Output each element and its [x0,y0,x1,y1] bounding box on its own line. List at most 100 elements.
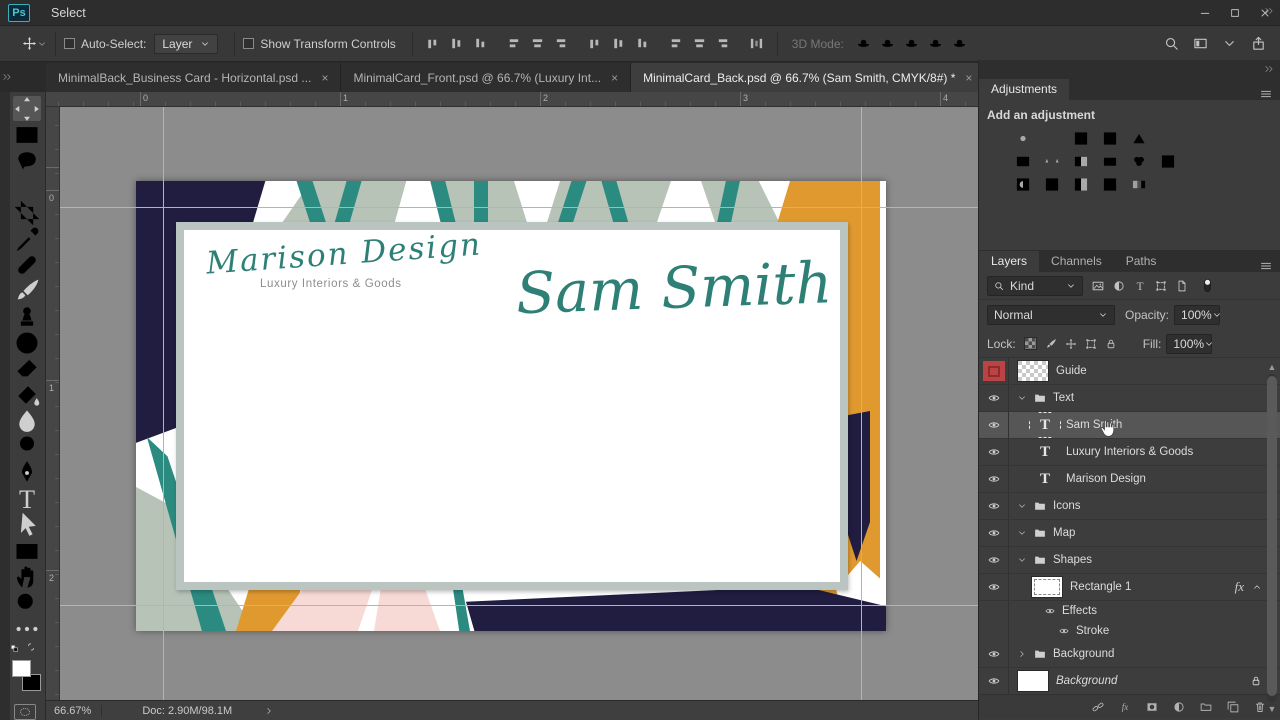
eye[interactable] [988,581,1000,593]
lock-pixels-icon[interactable] [1045,338,1057,350]
gradient-map-icon[interactable] [1129,176,1149,193]
crop-tool[interactable] [13,200,41,225]
opacity-field[interactable]: 100% [1174,305,1220,325]
eye[interactable] [988,675,1000,687]
tab-channels[interactable]: Channels [1039,251,1114,272]
align-horizontal-centers-icon[interactable] [526,32,550,56]
align-vertical-centers-icon[interactable] [445,32,469,56]
filter-kind-dropdown[interactable]: Kind [987,276,1083,296]
distribute-horizontal-centers-icon[interactable] [688,32,712,56]
default-colors-icon[interactable] [10,644,20,654]
lock-position-icon[interactable] [1065,338,1077,350]
exposure-icon[interactable] [1100,130,1120,147]
layer-row-guide[interactable]: Guide [979,358,1280,385]
guide-visibility-box[interactable] [983,361,1005,381]
new-layer-icon[interactable] [1227,701,1239,713]
layer-row-effects[interactable]: Effects [979,601,1280,621]
panel-menu-icon[interactable] [1260,260,1280,272]
layer-row-stroke[interactable]: Stroke [979,621,1280,641]
adjustment-filter-icon[interactable] [1113,280,1125,292]
distribute-bottom-edges-icon[interactable] [631,32,655,56]
layer-row-background[interactable]: Background [979,641,1280,668]
workspace-icon[interactable] [1193,36,1208,51]
quick-mask-button[interactable] [14,704,36,720]
layers-scrollbar[interactable]: ▲ ▼ [1266,360,1278,716]
document-tab-2[interactable]: MinimalCard_Front.psd @ 66.7% (Luxury In… [341,63,631,92]
chevron-up[interactable] [1252,582,1262,592]
eye[interactable] [1059,626,1069,636]
clone-stamp-tool[interactable] [13,304,41,329]
curves-icon[interactable] [1071,130,1091,147]
dodge-tool[interactable] [13,434,41,459]
visibility-toggle[interactable] [979,547,1009,573]
distribute-top-edges-icon[interactable] [583,32,607,56]
path-selection-tool[interactable] [13,512,41,537]
zoom-level-field[interactable]: 66.67% [46,705,102,717]
layer-effects-icon[interactable]: fx [1119,701,1131,713]
search-icon[interactable] [1164,36,1179,51]
tab-layers[interactable]: Layers [979,251,1039,272]
lasso-tool[interactable] [13,148,41,173]
rectangular-marquee-tool[interactable] [13,122,41,147]
posterize-icon[interactable] [1042,176,1062,193]
chevron-right[interactable] [1017,649,1027,659]
brush-tool[interactable] [13,278,41,303]
guide-vertical-left[interactable] [163,107,164,700]
align-right-edges-icon[interactable] [550,32,574,56]
eyedropper-tool[interactable] [13,226,41,251]
image-filter-icon[interactable] [1092,280,1104,292]
fill-field[interactable]: 100% [1166,334,1212,354]
eye[interactable] [988,419,1000,431]
color-balance-icon[interactable] [1042,153,1062,170]
canvas-area[interactable]: Marison Design Luxury Interiors & Goods … [60,107,978,700]
layer-row-sam-smith[interactable]: T Sam Smith [979,412,1280,439]
visibility-toggle[interactable] [979,520,1009,546]
history-brush-tool[interactable] [13,330,41,355]
magic-wand-tool[interactable] [13,174,41,199]
layer-thumbnail[interactable] [1017,670,1049,692]
visibility-toggle[interactable] [979,358,1009,384]
visibility-toggle[interactable] [979,493,1009,519]
visibility-toggle[interactable] [979,439,1009,465]
3d-slide-icon[interactable] [924,32,948,56]
panel-menu-icon[interactable] [1260,88,1280,100]
visibility-toggle[interactable] [979,574,1009,600]
distribute-spacing-icon[interactable] [745,32,769,56]
document-tab-3[interactable]: MinimalCard_Back.psd @ 66.7% (Sam Smith,… [631,63,985,92]
filter-toggle[interactable] [1200,278,1215,293]
zoom-tool[interactable] [13,590,41,615]
chevron-down[interactable] [1017,555,1027,565]
align-top-edges-icon[interactable] [421,32,445,56]
text-layer-thumbnail[interactable]: T [1031,468,1059,490]
levels-icon[interactable] [1042,130,1062,147]
visibility-toggle[interactable] [979,601,1009,621]
text-layer-thumbnail[interactable]: T [1031,441,1059,463]
layer-row-luxury-interiors-goods[interactable]: T Luxury Interiors & Goods [979,439,1280,466]
eye[interactable] [988,473,1000,485]
tab-close-icon[interactable]: × [611,71,618,85]
maximize-icon[interactable] [1220,0,1250,25]
tab-close-icon[interactable]: × [965,71,972,85]
visibility-toggle[interactable] [979,385,1009,411]
visibility-toggle[interactable] [979,668,1009,694]
lock-artboard-icon[interactable] [1085,338,1097,350]
chevron-down-icon[interactable] [1222,36,1237,51]
chevron-down[interactable] [1017,393,1027,403]
rectangle-tool[interactable] [13,538,41,563]
layer-row-marison-design[interactable]: T Marison Design [979,466,1280,493]
text-layer-thumbnail[interactable]: T [1031,414,1059,436]
3d-pan-icon[interactable] [900,32,924,56]
eye[interactable] [1045,606,1055,616]
hand-tool[interactable] [13,564,41,589]
chevron-down[interactable] [1017,501,1027,511]
brightness-contrast-icon[interactable] [1013,130,1033,147]
guide-vertical-right[interactable] [861,107,862,700]
vibrance-icon[interactable] [1129,130,1149,147]
pen-tool[interactable] [13,460,41,485]
auto-select-target-dropdown[interactable]: Layer [154,34,218,54]
3d-camera-icon[interactable] [948,32,972,56]
visibility-toggle[interactable] [979,412,1009,438]
eye[interactable] [988,392,1000,404]
spot-healing-tool[interactable] [13,252,41,277]
tool-preset-chevron-icon[interactable] [37,39,47,49]
